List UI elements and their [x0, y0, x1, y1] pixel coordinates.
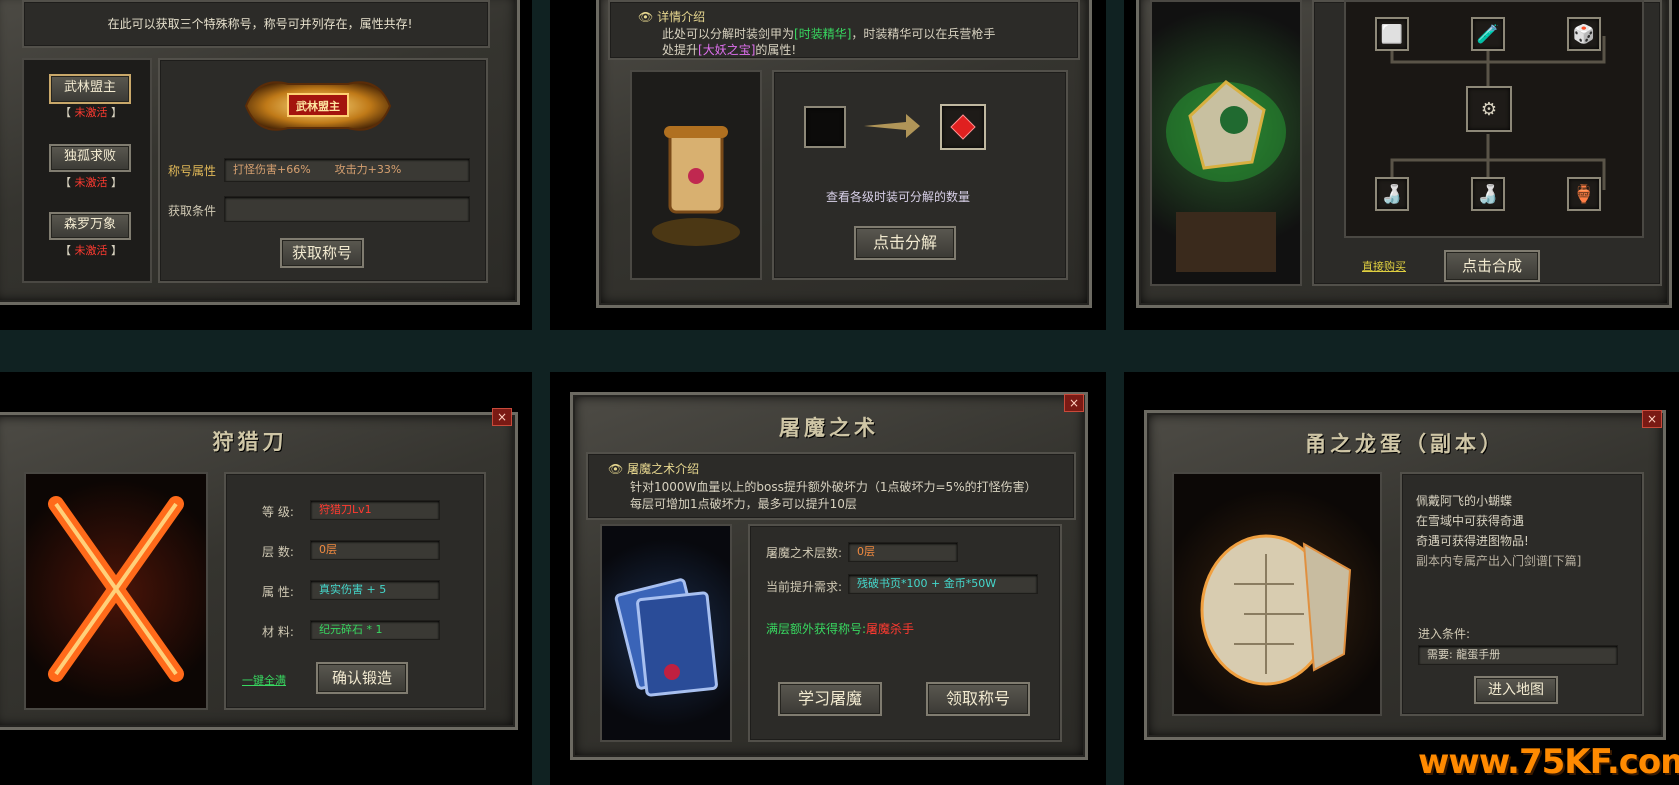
requirement-label: 当前提升需求: — [766, 580, 843, 594]
fill-all-link[interactable]: 一键全满 — [242, 672, 286, 688]
art-desc-1: 针对1000W血量以上的boss提升额外破坏力（1点破坏力=5%的打怪伤害） — [630, 480, 1037, 494]
egg-image-frame — [1172, 472, 1382, 716]
decompose-hint: 查看各级时装可分解的数量 — [826, 190, 971, 204]
material-slot[interactable]: 🍶 — [1471, 177, 1505, 211]
attribute-field: 真实伤害 + 5 — [310, 580, 440, 600]
book-image-frame — [600, 524, 732, 742]
material-slot[interactable]: 🎲 — [1567, 17, 1601, 51]
level-field: 狩猎刀Lv1 — [310, 500, 440, 520]
title-tab-wulin[interactable]: 武林盟主 — [49, 74, 131, 104]
buy-link[interactable]: 直接购买 — [1362, 258, 1406, 274]
knife-image-frame — [24, 472, 208, 710]
title-badge: 武林盟主 — [238, 70, 398, 142]
decompose-button[interactable]: 点击分解 — [854, 226, 956, 260]
title-panel: 在此可以获取三个特殊称号，称号可并列存在，属性共存! 武林盟主 【 未激活 】 … — [0, 0, 532, 330]
entry-cond-field: 需要: 龍蛋手册 — [1418, 645, 1618, 665]
screenshot-collage: 在此可以获取三个特殊称号，称号可并列存在，属性共存! 武林盟主 【 未激活 】 … — [0, 0, 1679, 785]
level-label: 等 级: — [262, 505, 294, 519]
layers-field: 0层 — [848, 542, 958, 562]
synthesize-button[interactable]: 点击合成 — [1444, 250, 1540, 282]
info-header: 👁 详情介绍 — [638, 10, 706, 24]
claim-title-button[interactable]: 领取称号 — [926, 682, 1030, 716]
cond-label: 获取条件 — [168, 204, 217, 218]
synth-panel: ⬜ 🧪 🎲 ⚙ 🍶 🍶 🏺 直接购买 点击合成 — [1124, 0, 1679, 330]
hunting-knife-window: × 狩猎刀 等 级: 狩猎刀Lv1 层 数: 0层 属 性: 真实伤害 + 5 … — [0, 372, 532, 785]
attr-field: 打怪伤害+66% 攻击力+33% — [224, 158, 470, 182]
eye-icon: 👁 — [638, 10, 654, 24]
info-line-2: 处提升[大妖之宝]的属性! — [662, 43, 797, 57]
dragon-egg-icon — [1200, 534, 1352, 686]
requirement-field: 残破书页*100 + 金币*50W — [848, 574, 1038, 594]
egg-desc-4: 副本内专属产出入门剑谱[下篇] — [1416, 554, 1582, 568]
close-button[interactable]: × — [1064, 394, 1084, 412]
dragon-cube-icon — [1166, 80, 1286, 272]
art-desc-2: 每层可增加1点破坏力，最多可以提升10层 — [630, 497, 857, 511]
title-tab-dugu[interactable]: 独孤求败 — [49, 144, 131, 172]
close-button[interactable]: × — [1642, 410, 1662, 428]
scroll-image-frame — [630, 70, 762, 280]
input-slot[interactable] — [804, 106, 846, 148]
material-slot[interactable]: 🧪 — [1471, 17, 1505, 51]
scroll-icon — [652, 126, 740, 246]
egg-desc-2: 在雪域中可获得奇遇 — [1416, 514, 1525, 528]
confirm-forge-button[interactable]: 确认锻造 — [316, 662, 408, 694]
entry-cond-label: 进入条件: — [1418, 627, 1471, 641]
info-line-1: 此处可以分解时装剑甲为[时装精华]，时装精华可以在兵营枪手 — [662, 27, 996, 41]
learn-button[interactable]: 学习屠魔 — [778, 682, 882, 716]
material-slot[interactable]: 🏺 — [1567, 177, 1601, 211]
egg-desc-3: 奇遇可获得进图物品! — [1416, 534, 1529, 548]
layers-label: 层 数: — [262, 545, 294, 559]
attribute-label: 属 性: — [262, 585, 294, 599]
slaying-art-window: × 屠魔之术 👁 屠魔之术介绍 针对1000W血量以上的boss提升额外破坏力（… — [550, 372, 1106, 785]
window-title: 甬之龙蛋（副本） — [1305, 431, 1505, 456]
site-watermark: www.75KF.com — [1418, 742, 1679, 782]
material-label: 材 料: — [262, 625, 294, 639]
title-tab-senluo[interactable]: 森罗万象 — [49, 212, 131, 240]
get-title-button[interactable]: 获取称号 — [280, 238, 364, 268]
decompose-panel: 👁 详情介绍 此处可以分解时装剑甲为[时装精华]，时装精华可以在兵营枪手 处提升… — [550, 0, 1106, 330]
window-title: 屠魔之术 — [779, 415, 879, 440]
output-slot[interactable] — [940, 104, 986, 150]
material-slot[interactable]: ⬜ — [1375, 17, 1409, 51]
title-status: 【 未激活 】 — [60, 176, 122, 189]
book-icon — [614, 578, 718, 697]
red-gem-icon — [950, 114, 976, 140]
material-field: 纪元碎石 * 1 — [310, 620, 440, 640]
layers-label: 屠魔之术层数: — [766, 546, 843, 560]
art-header: 👁 屠魔之术介绍 — [608, 462, 700, 476]
egg-desc-1: 佩戴阿飞的小蝴蝶 — [1416, 494, 1513, 508]
window-title: 狩猎刀 — [212, 429, 288, 454]
arrow-right-icon — [862, 112, 922, 140]
dragon-cube-frame — [1150, 0, 1302, 286]
title-status: 【 未激活 】 — [60, 244, 122, 257]
reward-line: 满层额外获得称号:屠魔杀手 — [766, 622, 915, 636]
dragon-egg-window: × 甬之龙蛋（副本） 佩戴阿飞的小蝴蝶 在雪域中可获得奇遇 奇遇可获得进图物品!… — [1124, 372, 1679, 785]
panel-intro: 在此可以获取三个特殊称号，称号可并列存在，属性共存! — [107, 17, 413, 31]
enter-map-button[interactable]: 进入地图 — [1474, 676, 1558, 704]
eye-icon: 👁 — [608, 462, 624, 476]
layers-field: 0层 — [310, 540, 440, 560]
attr-label: 称号属性 — [168, 164, 217, 178]
material-slot[interactable]: 🍶 — [1375, 177, 1409, 211]
cond-field — [224, 196, 470, 222]
result-slot[interactable]: ⚙ — [1466, 86, 1512, 132]
crossed-blades-icon — [48, 496, 184, 682]
title-status: 【 未激活 】 — [60, 106, 122, 119]
close-button[interactable]: × — [492, 408, 512, 426]
